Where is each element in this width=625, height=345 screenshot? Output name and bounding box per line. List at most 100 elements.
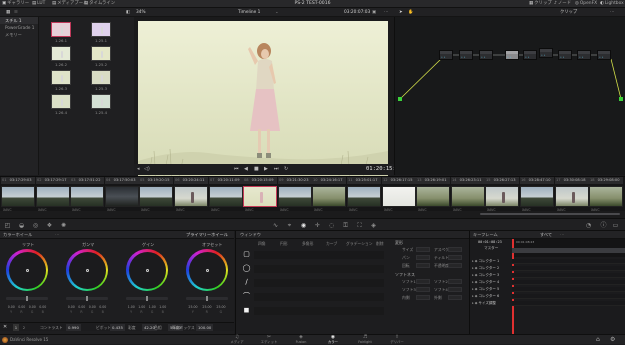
wheel-value[interactable]: 0.00 — [8, 305, 15, 309]
square-window-icon[interactable]: ▢ — [242, 250, 251, 259]
reset-icon[interactable]: ✕ — [3, 324, 10, 331]
clip-thumbnail[interactable] — [278, 186, 312, 207]
expand-arrow-icon[interactable]: ▸ — [472, 287, 474, 291]
still-thumbnail[interactable] — [51, 94, 71, 109]
color-wheel-4[interactable] — [186, 249, 228, 291]
wheel-value[interactable]: 25.00 — [202, 305, 211, 309]
clip-header[interactable]: 16 03:28:47:10 — [520, 177, 554, 184]
softness_fields-input[interactable] — [416, 279, 430, 284]
wheel-handle[interactable] — [25, 268, 29, 272]
wheel-handle[interactable] — [85, 268, 89, 272]
blur-icon[interactable]: ◌ — [328, 222, 335, 229]
keyframe-ruler[interactable]: 00:01:08:23 — [512, 239, 625, 334]
clip-header[interactable]: 06 03:20:24:11 — [174, 177, 208, 184]
keyframe-track-row[interactable]: ▸◆サイズ調整 — [472, 301, 510, 306]
transform_fields-input[interactable] — [448, 263, 462, 268]
topbar-lightbox-button[interactable]: ◐Lightbox — [600, 1, 624, 7]
topbar-media-pool-button[interactable]: ▤メディアプール — [52, 1, 88, 7]
keyframe-lane[interactable] — [512, 266, 625, 271]
wheel-value[interactable]: 0.00 — [18, 305, 25, 309]
info-icon[interactable]: ⓘ — [600, 222, 607, 229]
album-item-stills[interactable]: スチル 1 — [0, 17, 38, 24]
keyframe-lane[interactable] — [512, 294, 625, 299]
clip-thumbnail[interactable] — [451, 186, 485, 207]
timeline-scrollbar[interactable] — [480, 213, 620, 215]
keyframe-lane[interactable] — [512, 301, 625, 306]
clip-header[interactable]: 09 03:21:30:23 — [278, 177, 312, 184]
window-row-4[interactable] — [254, 293, 384, 301]
clip-header[interactable]: 10 03:24:16:17 — [312, 177, 346, 184]
still-thumbnail[interactable] — [91, 94, 111, 109]
clip-thumbnail[interactable] — [416, 186, 450, 207]
clip-header[interactable]: 08 03:20:15:09 — [243, 177, 277, 184]
still-thumbnail[interactable] — [51, 22, 71, 37]
clip-header[interactable]: 15 03:26:27:13 — [485, 177, 519, 184]
circle-window-icon[interactable]: ◯ — [242, 264, 251, 273]
gradient-window-icon[interactable]: ◼ — [242, 306, 251, 315]
reverse-icon[interactable]: ◀ — [244, 166, 248, 172]
settings-gear-icon[interactable]: ⚙ — [610, 336, 615, 343]
wheel-value[interactable]: 0.00 — [78, 305, 85, 309]
node-09[interactable]: • • — [597, 50, 611, 60]
window-tool-curve[interactable]: カーブ — [326, 240, 337, 248]
footer-value[interactable]: 0.435 — [110, 324, 125, 331]
window-row-1[interactable] — [254, 251, 384, 259]
keyframe-track-row[interactable]: ▸◆コレクター 3 — [472, 273, 510, 278]
clip-header[interactable]: 03 03:17:51:22 — [70, 177, 104, 184]
motion-effects-icon[interactable]: ✺ — [60, 222, 67, 229]
wheel-value[interactable]: 1.00 — [149, 305, 156, 309]
clip-thumbnail[interactable] — [1, 186, 35, 207]
transform_fields-input[interactable] — [448, 255, 462, 260]
node-options-icon[interactable]: ⋯ — [610, 9, 614, 16]
curves-icon[interactable]: ∿ — [272, 222, 279, 229]
clip-thumbnail[interactable] — [105, 186, 139, 207]
more-options-icon[interactable]: ⋯ — [384, 9, 388, 16]
clip-thumbnail[interactable] — [243, 186, 277, 207]
wheel-value[interactable]: 1.00 — [128, 305, 135, 309]
expand-arrow-icon[interactable]: ▸ — [472, 259, 474, 263]
wheel-master-slider[interactable] — [66, 296, 108, 301]
clip-thumbnail[interactable] — [555, 186, 589, 207]
color-match-icon[interactable]: ◒ — [18, 222, 25, 229]
expand-arrow-icon[interactable]: ▸ — [472, 266, 474, 270]
wheel-master-slider[interactable] — [186, 296, 228, 301]
clip-header[interactable]: 04 03:17:50:03 — [105, 177, 139, 184]
node-01[interactable]: • • — [439, 50, 453, 60]
clip-header[interactable]: 14 03:26:23:11 — [451, 177, 485, 184]
home-icon[interactable]: ⌂ — [596, 336, 600, 343]
clip-thumbnail[interactable] — [347, 186, 381, 207]
softness_fields-input[interactable] — [416, 287, 430, 292]
softness_fields-input[interactable] — [448, 279, 462, 284]
wheel-value[interactable]: 1.00 — [138, 305, 145, 309]
wheel-handle[interactable] — [205, 268, 209, 272]
window-tool-circle[interactable]: 円形 — [280, 240, 288, 248]
node-06[interactable]: • • — [539, 48, 553, 58]
wheel-value[interactable]: 0.00 — [89, 305, 96, 309]
keyframe-lane[interactable] — [512, 287, 625, 292]
rgb-mixer-icon[interactable]: ❖ — [46, 222, 53, 229]
clip-thumbnail[interactable] — [312, 186, 346, 207]
softness_fields-input[interactable] — [416, 295, 430, 300]
transform_fields-input[interactable] — [416, 247, 430, 252]
3d-icon[interactable]: ◈ — [370, 222, 377, 229]
clip-header[interactable]: 01 03:17:29:03 — [1, 177, 35, 184]
key-icon[interactable]: ⚿ — [342, 222, 349, 229]
keyframe-lane[interactable] — [512, 280, 625, 285]
still-thumbnail[interactable] — [51, 46, 71, 61]
transform_fields-input[interactable] — [416, 255, 430, 260]
zoom-dropdown[interactable]: 34% — [136, 9, 146, 16]
wheel-value[interactable]: 0.00 — [39, 305, 46, 309]
node-04[interactable]: • • — [505, 50, 519, 60]
settings-icon[interactable]: ▣ — [372, 9, 376, 16]
skip-forward-icon[interactable]: ⏭ — [274, 166, 279, 172]
color-wheel-2[interactable] — [66, 249, 108, 291]
keyframe-track-row[interactable]: ▸◆コレクター 6 — [472, 294, 510, 299]
keyframe-filter-dropdown[interactable]: すべて — [540, 231, 552, 239]
clip-header[interactable]: 02 03:17:29:17 — [36, 177, 70, 184]
footer-value[interactable]: 0.990 — [66, 324, 81, 331]
window-row-3[interactable] — [254, 279, 384, 287]
still-thumbnail[interactable] — [91, 70, 111, 85]
clip-header[interactable]: 12 03:26:17:15 — [382, 177, 416, 184]
viewer-toggle-icon[interactable]: ◧ — [126, 9, 130, 16]
wheel-master-slider[interactable] — [126, 296, 168, 301]
